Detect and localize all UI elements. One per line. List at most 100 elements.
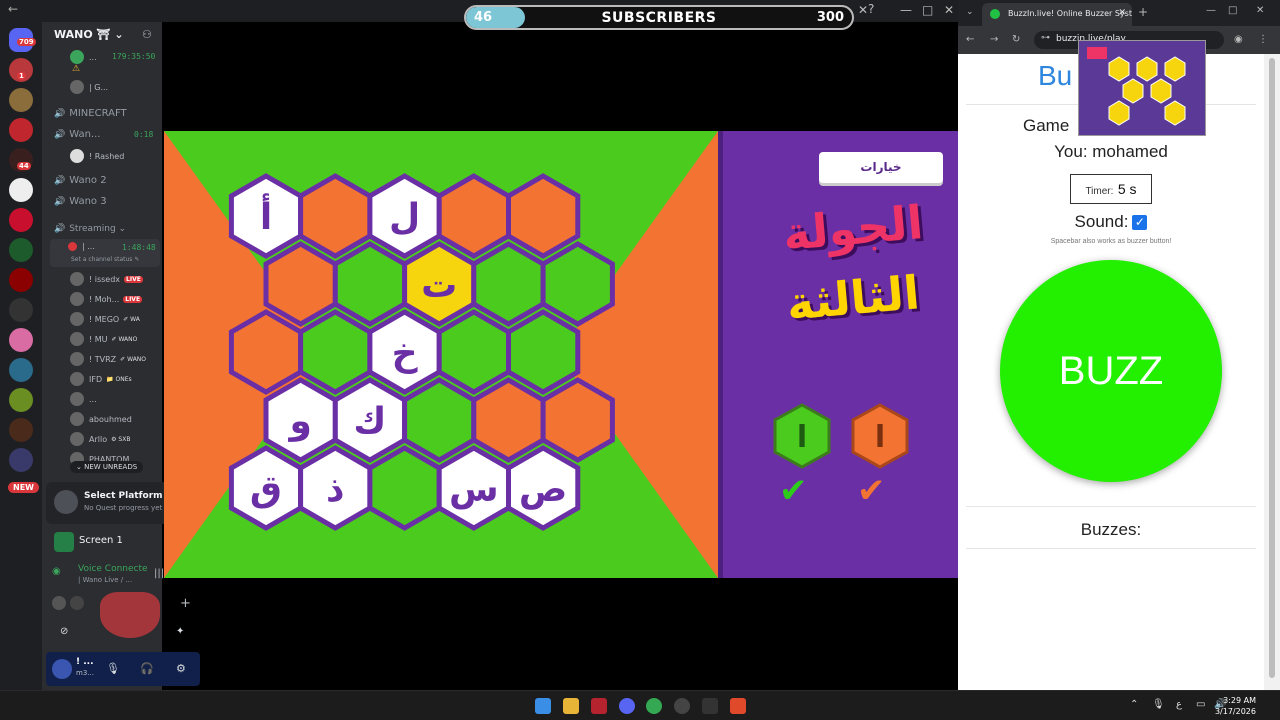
- epic-games-icon[interactable]: [702, 698, 718, 714]
- stream-user-item[interactable]: ...: [70, 392, 97, 406]
- server-icon-9[interactable]: [9, 298, 33, 322]
- hex-cell[interactable]: [471, 241, 546, 327]
- stream-user-item[interactable]: Arllo ⚙ SXB: [70, 432, 130, 446]
- voice-user-top[interactable]: ...: [70, 50, 97, 64]
- channel-minecraft[interactable]: 🔊 MINECRAFT: [54, 108, 127, 119]
- language-indicator[interactable]: ع: [1176, 699, 1182, 710]
- new-unreads-pill[interactable]: ⌄ NEW UNREADS: [70, 461, 144, 473]
- set-status-link[interactable]: Set a channel status ✎: [71, 256, 139, 263]
- noise-suppression-icon[interactable]: |||: [154, 568, 164, 579]
- minimize-icon[interactable]: —: [900, 3, 912, 17]
- add-friend-icon[interactable]: ⚇: [142, 28, 152, 41]
- hex-cell[interactable]: [298, 309, 373, 395]
- divider-2: [966, 506, 1256, 507]
- hex-letter: ل: [389, 197, 420, 238]
- category-streaming[interactable]: 🔊 Streaming ⌄: [54, 224, 126, 234]
- browser-forward-icon[interactable]: →: [990, 34, 998, 45]
- microphone-icon[interactable]: 🎙: [106, 662, 120, 675]
- hex-cell[interactable]: [402, 377, 477, 463]
- hex-cell[interactable]: [332, 241, 408, 327]
- hex-cell[interactable]: [436, 173, 511, 259]
- hex-cell[interactable]: [228, 309, 304, 395]
- server-name[interactable]: WANO ⛩ ⌄: [54, 28, 124, 41]
- server-icon-2[interactable]: [9, 88, 33, 112]
- server-icon-14[interactable]: [9, 448, 33, 472]
- hex-cell[interactable]: [436, 309, 511, 395]
- tab-search-icon[interactable]: ⌄: [966, 7, 974, 17]
- voice-user-rashed[interactable]: ! Rashed: [70, 149, 124, 163]
- new-tab-icon[interactable]: +: [1138, 5, 1148, 19]
- page-scrollbar[interactable]: [1264, 54, 1280, 690]
- hex-cell[interactable]: [367, 445, 442, 531]
- settings-gear-icon[interactable]: ⚙: [176, 662, 186, 675]
- headphones-icon[interactable]: 🎧: [140, 662, 154, 675]
- stream-user-item[interactable]: ! MEGO ✐ WA: [70, 312, 140, 326]
- discord-taskbar-icon[interactable]: [619, 698, 635, 714]
- browser-maximize-icon[interactable]: □: [1228, 5, 1237, 16]
- profile-icon[interactable]: ◉: [1234, 34, 1243, 45]
- maximize-icon[interactable]: □: [922, 3, 933, 17]
- window-close-icon[interactable]: ✕: [858, 3, 868, 17]
- hex-cell[interactable]: [540, 241, 615, 327]
- tray-mic-icon[interactable]: 🎙: [1152, 699, 1165, 710]
- server-icon-13[interactable]: [9, 418, 33, 442]
- tab-close-icon[interactable]: ✕: [1118, 8, 1126, 18]
- user-panel: ! ... m3... 🎙 🎧 ⚙: [46, 652, 200, 686]
- server-icon-5[interactable]: [9, 178, 33, 202]
- server-icon-10[interactable]: [9, 328, 33, 352]
- hex-cell[interactable]: [471, 377, 546, 463]
- hex-cell[interactable]: [540, 377, 615, 463]
- chrome-icon[interactable]: [646, 698, 662, 714]
- plus-icon[interactable]: +: [180, 596, 191, 611]
- file-explorer-icon[interactable]: [563, 698, 579, 714]
- browser-reload-icon[interactable]: ↻: [1012, 34, 1020, 45]
- options-button[interactable]: خيارات: [819, 152, 943, 183]
- hex-cell[interactable]: [263, 241, 338, 327]
- back-arrow-icon[interactable]: ←: [8, 2, 18, 16]
- server-icon-11[interactable]: [9, 358, 33, 382]
- start-icon[interactable]: [535, 698, 551, 714]
- game-side-panel: خيارات الجولة الثالثة ا ا ✔ ✔: [718, 131, 958, 578]
- clock[interactable]: 3:29 AM 3/17/2026: [1215, 695, 1256, 717]
- brave-icon[interactable]: [730, 698, 746, 714]
- browser-back-icon[interactable]: ←: [966, 34, 974, 45]
- obs-icon[interactable]: [674, 698, 690, 714]
- stream-user-item[interactable]: ! TVRZ ✐ WANO: [70, 352, 146, 366]
- avatar[interactable]: [52, 659, 72, 679]
- stream-user-item[interactable]: IFD 📁 ONEs: [70, 372, 132, 386]
- browser-menu-icon[interactable]: ⋮: [1258, 34, 1268, 45]
- server-icon-3[interactable]: [9, 118, 33, 142]
- hex-board: أ لتخ و ك ق ذ س ص: [164, 131, 718, 578]
- hex-cell[interactable]: [506, 309, 581, 395]
- browser-minimize-icon[interactable]: —: [1206, 5, 1216, 16]
- streaming-user[interactable]: | ...: [68, 242, 95, 251]
- browser-tab[interactable]: BuzzIn.live! Online Buzzer Syste ✕: [982, 3, 1132, 26]
- buzz-button[interactable]: BUZZ: [1000, 260, 1222, 482]
- channel-wano-1[interactable]: 🔊 Wan...: [54, 129, 100, 140]
- tray-chevron-icon[interactable]: ⌃: [1130, 699, 1138, 710]
- new-pill[interactable]: NEW: [8, 482, 39, 493]
- network-icon[interactable]: ▭: [1196, 699, 1205, 710]
- stream-user-item[interactable]: ! MU ✐ WANO: [70, 332, 137, 346]
- help-icon[interactable]: ?: [868, 2, 874, 16]
- browser-close-icon[interactable]: ✕: [1256, 5, 1264, 16]
- round-title-line-2: الثالثة: [784, 265, 922, 331]
- server-icon-6[interactable]: [9, 208, 33, 232]
- sound-checkbox[interactable]: ✓: [1132, 215, 1148, 230]
- server-icon-7[interactable]: [9, 238, 33, 262]
- voice-user-g[interactable]: | G...: [70, 80, 108, 94]
- server-icon-8[interactable]: [9, 268, 33, 292]
- stream-user-item[interactable]: ! Moh... LIVE: [70, 292, 143, 306]
- close-icon[interactable]: ✕: [944, 3, 954, 17]
- site-info-icon[interactable]: ⊶: [1041, 33, 1050, 43]
- activity-icon[interactable]: ✦: [176, 626, 184, 637]
- hex-cell[interactable]: [506, 173, 581, 259]
- stream-user-item[interactable]: abouhmed: [70, 412, 132, 426]
- channel-wano-3[interactable]: 🔊 Wano 3: [54, 196, 107, 207]
- camera-off-icon[interactable]: ⊘: [60, 626, 68, 637]
- stream-user-item[interactable]: ! issedx LIVE: [70, 272, 143, 286]
- server-icon-12[interactable]: [9, 388, 33, 412]
- channel-wano-2[interactable]: 🔊 Wano 2: [54, 175, 107, 186]
- hex-cell[interactable]: [298, 173, 373, 259]
- app-icon-a[interactable]: [591, 698, 607, 714]
